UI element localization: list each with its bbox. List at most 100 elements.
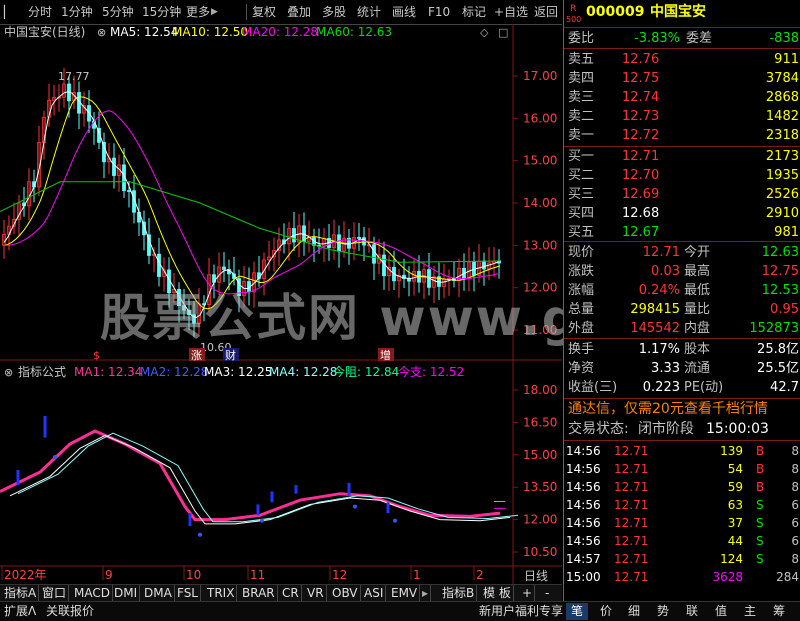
ma60-line: [0, 181, 501, 263]
tab-brar[interactable]: BRAR: [240, 585, 278, 601]
stat-value: 12.53: [761, 283, 799, 298]
tab-emv[interactable]: EMV: [389, 585, 421, 601]
indicator-settings-icon[interactable]: ⊗: [4, 366, 13, 379]
tab-trend[interactable]: 势: [657, 603, 669, 620]
square-icon[interactable]: □: [498, 26, 508, 39]
tick-volume: 54: [727, 462, 743, 476]
stat-value: 0.223: [642, 380, 680, 395]
marker-dollar[interactable]: $: [93, 349, 100, 362]
stat-label: 净资: [568, 361, 595, 376]
ma20-value: MA20: 12.28: [242, 25, 318, 39]
zoom-in-button[interactable]: +: [520, 585, 536, 601]
tab-scroll-arrow-icon[interactable]: ▸: [420, 585, 432, 601]
sell-level-label: 卖二: [568, 109, 595, 124]
tab-indicator-b[interactable]: 指标B: [440, 585, 478, 601]
settings-icon[interactable]: ⊗: [97, 26, 106, 39]
tick-count: 6: [791, 516, 799, 530]
tab-value[interactable]: 值: [715, 603, 727, 620]
tab-obv[interactable]: OBV: [330, 585, 361, 601]
tab-macd[interactable]: MACD: [72, 585, 113, 601]
btn-stats[interactable]: 统计: [357, 3, 381, 21]
tick-time: 14:56: [566, 444, 601, 458]
ind-ma4: MA4: 12.28: [269, 365, 337, 379]
buy-row: 买二 12.70 1935: [564, 166, 800, 185]
tab-trix[interactable]: TRIX: [205, 585, 238, 601]
stat-label: 量比: [684, 302, 711, 317]
stat-row: 总量 298415 量比 0.95: [564, 300, 800, 319]
diamond-icon[interactable]: ◇: [480, 26, 489, 39]
stat-value: 12.75: [761, 264, 799, 279]
marker-zeng[interactable]: 增: [380, 348, 391, 362]
date-tick-label: 12: [332, 568, 347, 582]
btn-f10[interactable]: F10: [428, 3, 450, 21]
ind-signal-bar: [16, 469, 20, 486]
candle-body: [222, 266, 226, 270]
expand-button[interactable]: 扩展ᐱ: [4, 603, 36, 620]
marker-zhang[interactable]: 涨: [191, 349, 202, 362]
btn-draw[interactable]: 画线: [392, 3, 416, 21]
more-arrow-icon[interactable]: ▶: [211, 3, 218, 21]
tab-chips[interactable]: 筹: [773, 603, 785, 620]
period-label[interactable]: 日线: [524, 569, 548, 583]
ind-signal-dot: [393, 518, 397, 523]
tab-more[interactable]: 更多: [186, 3, 210, 21]
tab-1min[interactable]: 1分钟: [61, 3, 93, 21]
tab-main[interactable]: 主: [744, 603, 756, 620]
tab-vr[interactable]: VR: [305, 585, 327, 601]
candle-body: [482, 260, 486, 270]
tab-dmi[interactable]: DMI: [112, 585, 141, 601]
price-tick-label: 17.00: [523, 69, 557, 83]
buy-row: 买一 12.71 2173: [564, 147, 800, 166]
tick-time: 14:56: [566, 516, 601, 530]
candle-body: [157, 253, 161, 277]
tab-fsl[interactable]: FSL: [175, 585, 201, 601]
btn-add-favorite[interactable]: +自选: [494, 3, 528, 21]
btn-adjust[interactable]: 复权: [252, 3, 276, 21]
trade-status-time: 15:00:03: [706, 421, 769, 437]
buy-volume: 2526: [765, 187, 799, 202]
tab-asi[interactable]: ASI: [362, 585, 387, 601]
tab-timeshare[interactable]: 分时: [28, 3, 52, 21]
tab-linked[interactable]: 联: [686, 603, 698, 620]
tick-row: 14:56 12.71 59 B 8: [564, 478, 800, 497]
toolbar-sep-icon: ▏: [4, 5, 14, 19]
tab-trades[interactable]: 笔: [566, 603, 589, 620]
tab-detail[interactable]: 细: [628, 603, 640, 620]
indicator-tick-label: 10.50: [523, 545, 557, 559]
tick-side: B: [756, 480, 765, 494]
tab-price[interactable]: 价: [600, 603, 612, 620]
trade-status-value: 闭市阶段: [638, 421, 694, 437]
tick-row: 14:56 12.71 139 B 8: [564, 442, 800, 461]
stock-name: 中国宝安: [650, 4, 706, 20]
btn-back[interactable]: 返回: [534, 3, 558, 21]
promo-row[interactable]: 通达信，仅需20元查看千档行情: [564, 400, 800, 419]
tick-price: 12.71: [614, 516, 649, 530]
btn-mark[interactable]: 标记: [462, 3, 486, 21]
buy-price: 12.71: [622, 149, 660, 164]
tab-cr[interactable]: CR: [280, 585, 302, 601]
buy-volume: 981: [774, 225, 799, 240]
tick-time: 14:56: [566, 498, 601, 512]
tick-row: 14:56 12.71 37 S 6: [564, 514, 800, 533]
tab-15min[interactable]: 15分钟: [142, 3, 181, 21]
zoom-out-button[interactable]: -: [543, 585, 551, 601]
tick-price: 12.71: [614, 534, 649, 548]
tab-dma[interactable]: DMA: [142, 585, 175, 601]
tab-indicator-a[interactable]: 指标A: [2, 585, 40, 601]
related-quotes-button[interactable]: 关联报价: [46, 603, 94, 620]
ind-signal-bar: [386, 502, 390, 514]
tab-template[interactable]: 模 板: [481, 585, 514, 601]
btn-multistock[interactable]: 多股: [322, 3, 346, 21]
btn-overlay[interactable]: 叠加: [287, 3, 311, 21]
buy-price: 12.67: [622, 225, 660, 240]
sell-volume: 3784: [765, 71, 799, 86]
promo-text[interactable]: 通达信，仅需20元查看千档行情: [568, 400, 768, 419]
stat-label: 换手: [568, 342, 595, 357]
ind-resist: 今阻: 12.84: [333, 364, 399, 379]
new-user-promo-link[interactable]: 新用户福利专享: [479, 603, 563, 620]
sell-level-label: 卖四: [568, 71, 595, 86]
ind-signal-bar: [270, 491, 274, 503]
tab-5min[interactable]: 5分钟: [102, 3, 134, 21]
marker-cai[interactable]: 财: [225, 348, 236, 362]
tab-window[interactable]: 窗口: [40, 585, 70, 601]
